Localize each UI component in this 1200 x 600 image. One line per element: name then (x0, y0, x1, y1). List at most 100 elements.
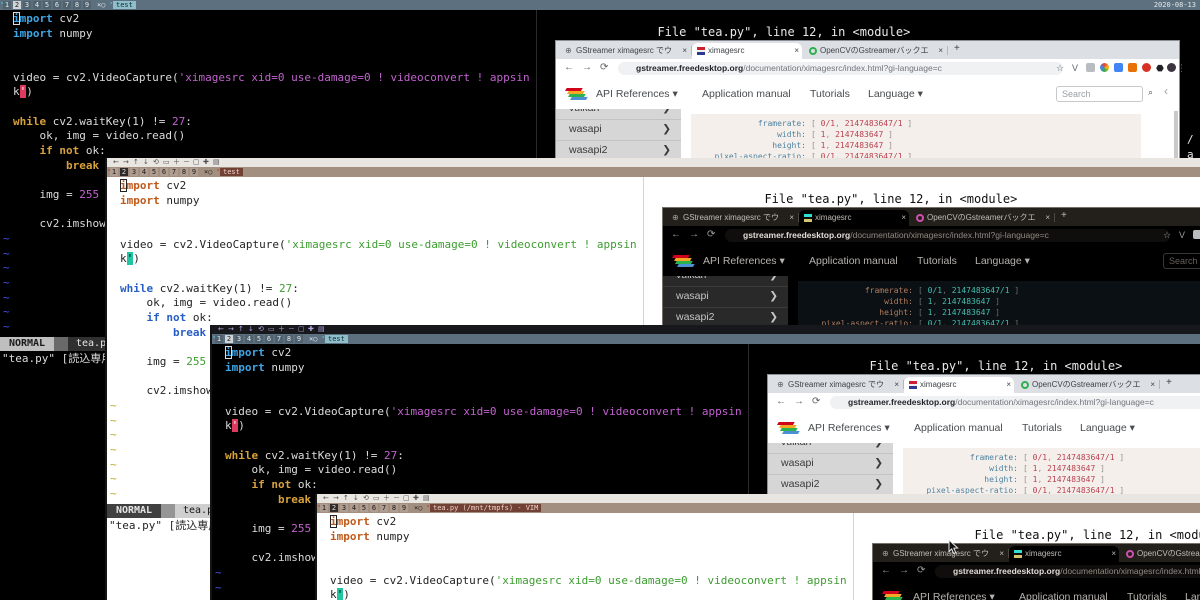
tmux-window-8[interactable]: 8 (180, 168, 188, 176)
avatar-icon[interactable] (1167, 63, 1176, 72)
toolbar-icon[interactable]: ✚ (203, 158, 209, 167)
toolbar-icon[interactable]: ⟲ (258, 325, 264, 334)
docs-nav-item[interactable]: Application manual (1019, 582, 1108, 600)
sidebar-item-wasapi[interactable]: wasapi❯ (768, 453, 893, 475)
docs-nav-item[interactable]: Tutorials (810, 79, 850, 109)
sidebar-item-wasapi[interactable]: wasapi❯ (556, 119, 681, 141)
tmux-window-8[interactable]: 8 (285, 335, 293, 343)
tab-close-icon[interactable]: × (894, 377, 899, 393)
toolbar-icon[interactable]: ← (323, 494, 329, 503)
forward-button[interactable]: → (794, 396, 804, 407)
docs-nav-item[interactable]: API References ▾ (913, 582, 995, 600)
browser-tab[interactable]: ⊕GStreamer ximagesrc でウ× (560, 43, 690, 59)
docs-nav-item[interactable]: Language ▾ (1080, 413, 1135, 443)
toolbar-icon[interactable]: ＋ (173, 158, 180, 167)
toolbar-icon[interactable]: － (393, 494, 400, 503)
toolbar-icon[interactable]: ↓ (248, 325, 254, 334)
toolbar-icon[interactable]: ↓ (143, 158, 149, 167)
toolbar-icon[interactable]: → (228, 325, 234, 334)
docs-nav-item[interactable]: API References ▾ (808, 413, 890, 443)
browser-tab[interactable]: ximagesrc× (1009, 546, 1119, 562)
url-bar[interactable]: gstreamer.freedesktop.org/documentation/… (830, 396, 1200, 409)
menu-dots-icon[interactable]: ⋮ (1177, 63, 1186, 74)
star-icon[interactable]: ☆ (1056, 63, 1064, 74)
search-icon[interactable]: ⌕ (1148, 87, 1153, 98)
toolbar-icon[interactable]: → (123, 158, 129, 167)
docs-nav-item[interactable]: Language ▾ (868, 79, 923, 109)
browser-tab[interactable]: OpenCVのGstreamerバックエ× (1016, 377, 1158, 393)
tmux-window-7[interactable]: 7 (380, 504, 388, 512)
gray-box-icon[interactable] (1086, 63, 1095, 72)
tmux-window-6[interactable]: 6 (265, 335, 273, 343)
tmux-window-3[interactable]: 3 (130, 168, 138, 176)
url-bar[interactable]: gstreamer.freedesktop.org/documentation/… (618, 62, 1063, 75)
tab-close-icon[interactable]: × (938, 43, 943, 59)
sidebar-collapse-icon[interactable]: ‹ (1164, 84, 1168, 98)
back-button[interactable]: ← (776, 396, 786, 407)
tmux-window-6[interactable]: 6 (160, 168, 168, 176)
tmux-window-4[interactable]: 4 (245, 335, 253, 343)
tmux-window-5[interactable]: 5 (43, 1, 51, 9)
tab-close-icon[interactable]: × (1150, 377, 1155, 393)
tmux-window-5[interactable]: 5 (150, 168, 158, 176)
browser-tab[interactable]: ximagesrc× (799, 210, 909, 226)
toolbar-icon[interactable]: ↑ (133, 158, 139, 167)
browser-tab[interactable]: ⊕GStreamer ximagesrc でウ× (772, 377, 902, 393)
toolbar-icon[interactable]: ✚ (308, 325, 314, 334)
tmux-window-4[interactable]: 4 (33, 1, 41, 9)
docs-nav-item[interactable]: Tutorials (1022, 413, 1062, 443)
toolbar-icon[interactable]: ▤ (213, 158, 220, 167)
tab-close-icon[interactable]: × (999, 546, 1004, 562)
tmux-window-2[interactable]: 2 (330, 504, 338, 512)
browser-tab[interactable]: OpenCVのGstreamerバックエ× (911, 210, 1053, 226)
tmux-window-2[interactable]: 2 (225, 335, 233, 343)
tmux-window-9[interactable]: 9 (190, 168, 198, 176)
tmux-window-6[interactable]: 6 (53, 1, 61, 9)
docs-search-input[interactable]: Search (1056, 86, 1143, 102)
forward-button[interactable]: → (899, 565, 909, 576)
puzzle-icon[interactable]: ⬣ (1156, 63, 1164, 74)
reload-button[interactable]: ⟳ (600, 62, 608, 73)
tmux-window-1[interactable]: 1 (3, 1, 11, 9)
toolbar-icon[interactable]: ▤ (318, 325, 325, 334)
tmux-window-5[interactable]: 5 (360, 504, 368, 512)
tab-close-icon[interactable]: × (794, 43, 799, 59)
docs-nav-item[interactable]: Application manual (914, 413, 1003, 443)
toolbar-icon[interactable]: ▭ (163, 158, 170, 167)
browser-tab[interactable]: ⊕GStreamer ximagesrc でウ× (667, 210, 797, 226)
toolbar-icon[interactable]: → (333, 494, 339, 503)
docs-nav-item[interactable]: API References ▾ (703, 246, 785, 276)
browser-tab[interactable]: OpenCVのGstreamerバックエ× (804, 43, 946, 59)
vimium-icon[interactable]: V (1072, 63, 1078, 74)
new-tab-button[interactable]: + (954, 43, 960, 54)
back-button[interactable]: ← (671, 229, 681, 240)
docs-nav-item[interactable]: Tutorials (1127, 582, 1167, 600)
toolbar-icon[interactable]: ＋ (383, 494, 390, 503)
tmux-window-4[interactable]: 4 (140, 168, 148, 176)
toolbar-icon[interactable]: ▭ (268, 325, 275, 334)
toolbar-icon[interactable]: － (183, 158, 190, 167)
browser-tab[interactable]: OpenCVのGstreamerバックエ× (1121, 546, 1200, 562)
docs-nav-item[interactable]: API References ▾ (596, 79, 678, 109)
tmux-window-9[interactable]: 9 (295, 335, 303, 343)
reload-button[interactable]: ⟳ (707, 229, 715, 240)
forward-button[interactable]: → (689, 229, 699, 240)
toolbar-icon[interactable]: ↑ (238, 325, 244, 334)
tmux-window-1[interactable]: 1 (215, 335, 223, 343)
blue-app-icon[interactable] (1114, 63, 1123, 72)
tab-close-icon[interactable]: × (1045, 210, 1050, 226)
vim-editor[interactable]: import cv2import numpyvideo = cv2.VideoC… (317, 513, 854, 600)
toolbar-icon[interactable]: ✚ (413, 494, 419, 503)
tmux-window-9[interactable]: 9 (400, 504, 408, 512)
browser-tab[interactable]: ⊕GStreamer ximagesrc でウ× (877, 546, 1007, 562)
tmux-window-2[interactable]: 2 (120, 168, 128, 176)
tab-close-icon[interactable]: × (1111, 546, 1116, 562)
toolbar-icon[interactable]: ← (218, 325, 224, 334)
toolbar-icon[interactable]: ＋ (278, 325, 285, 334)
toolbar-icon[interactable]: ← (113, 158, 119, 167)
docs-nav-item[interactable]: Application manual (809, 246, 898, 276)
tab-close-icon[interactable]: × (789, 210, 794, 226)
reload-button[interactable]: ⟳ (917, 565, 925, 576)
browser-tab[interactable]: ximagesrc× (904, 377, 1014, 393)
docs-nav-item[interactable]: Language ▾ (1185, 582, 1200, 600)
